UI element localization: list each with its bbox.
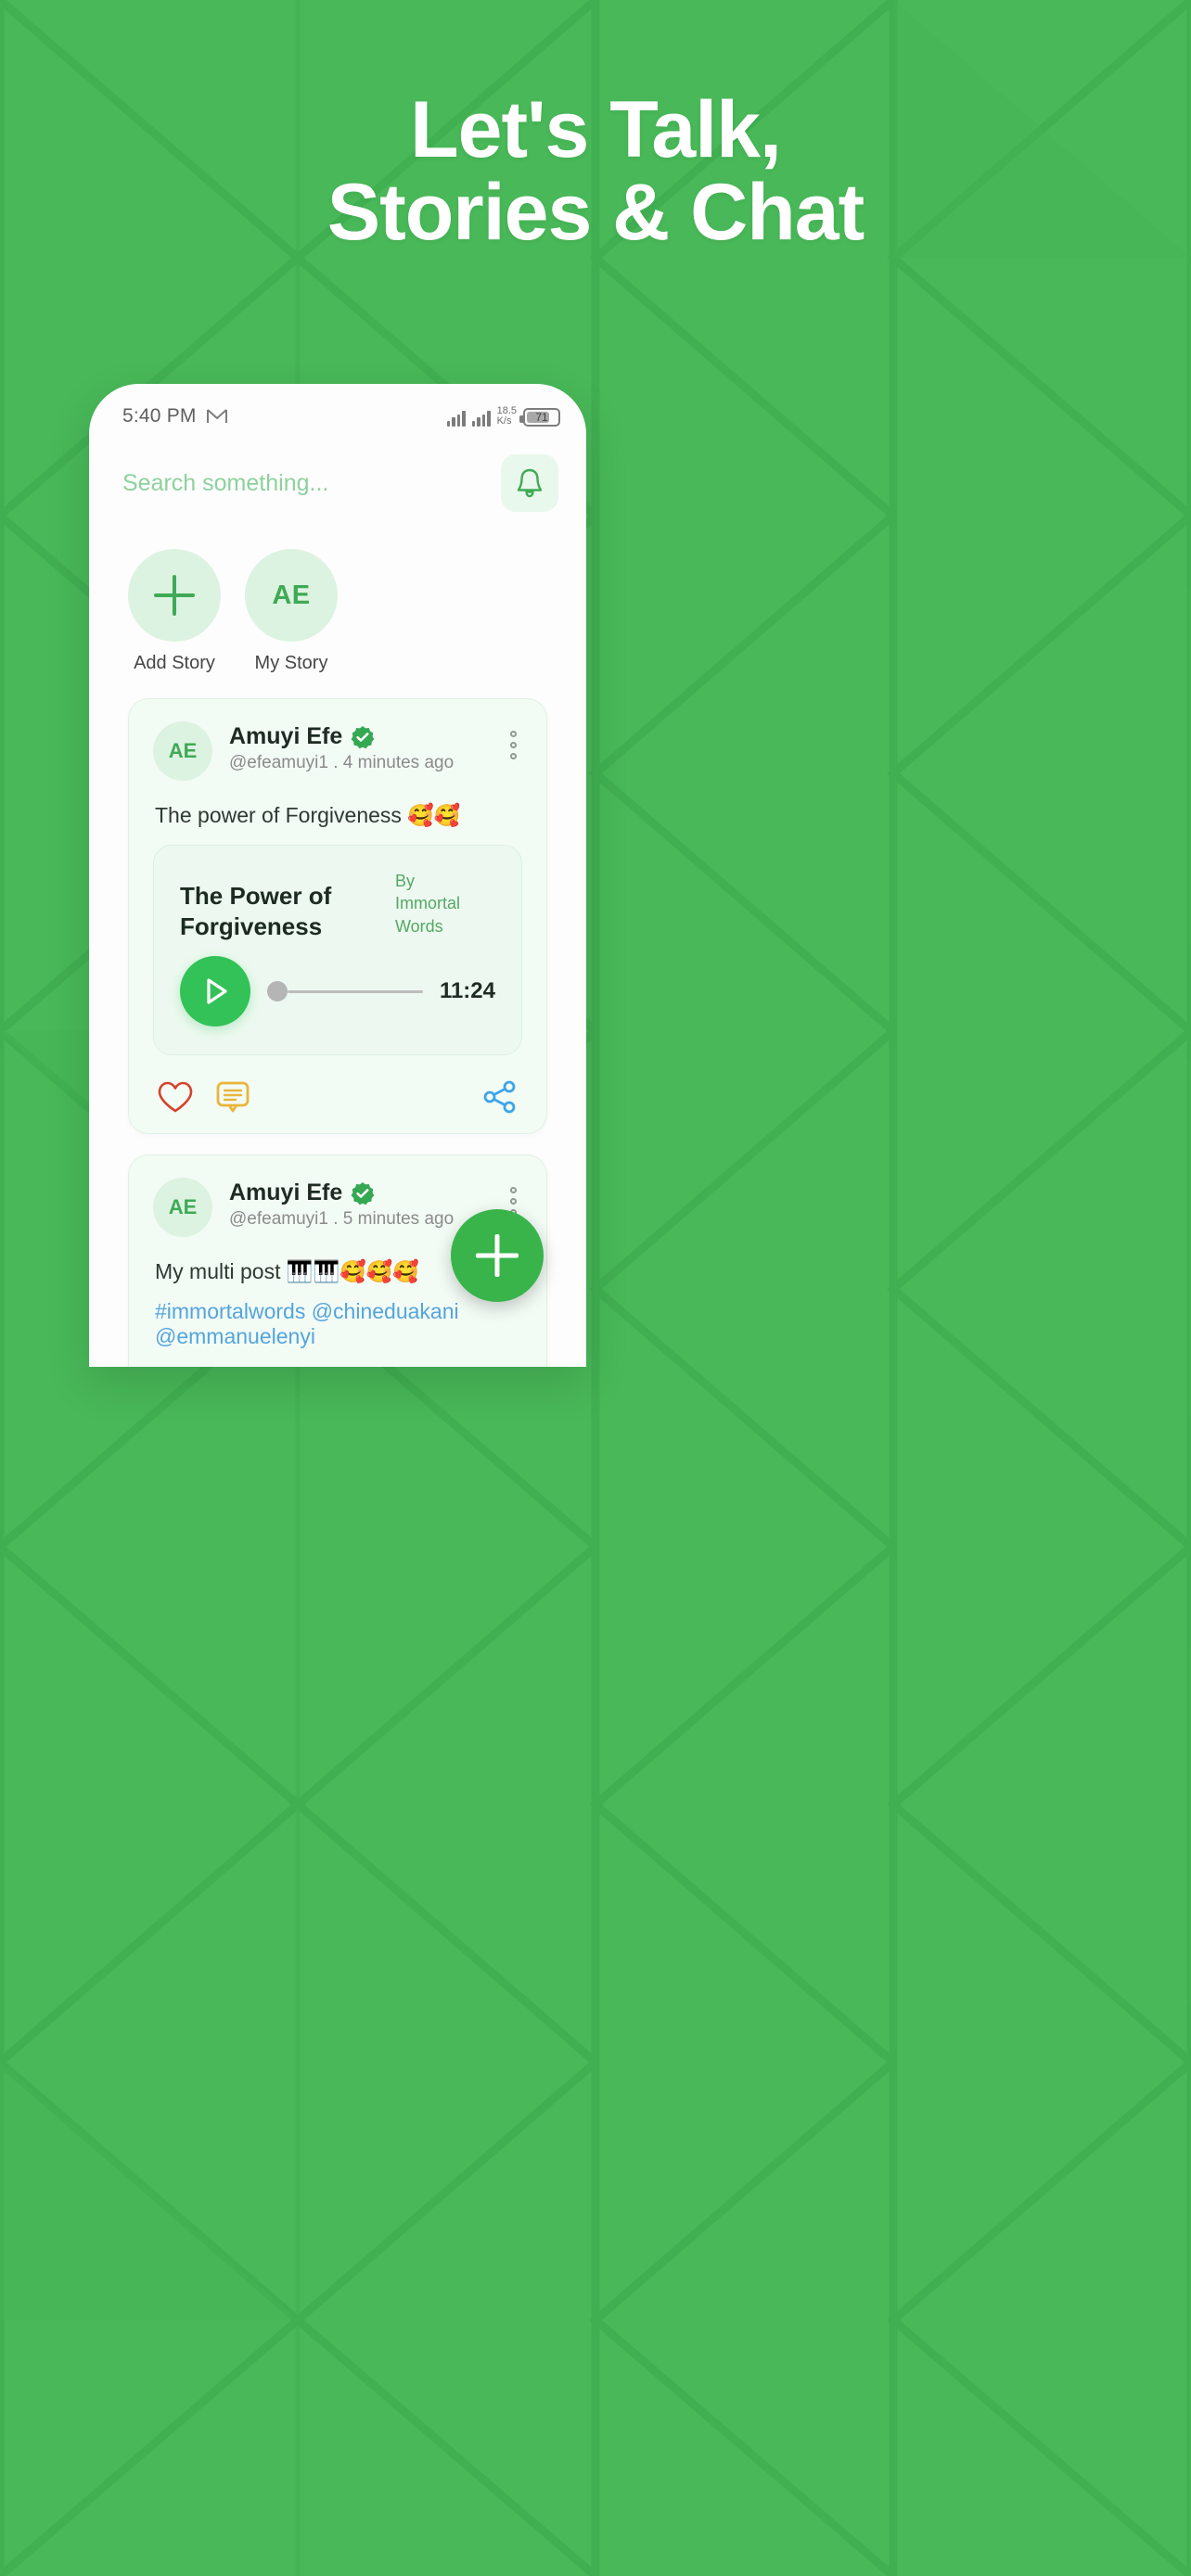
status-time: 5:40 PM <box>122 405 197 427</box>
audio-progress-slider[interactable] <box>267 981 423 1001</box>
story-label: My Story <box>254 653 328 673</box>
audio-author: By Immortal Words <box>395 870 495 937</box>
heart-icon[interactable] <box>157 1079 194 1115</box>
battery-icon: 71 <box>519 408 560 427</box>
author-name: Amuyi Efe <box>229 1180 343 1205</box>
stories-row: Add Story AE My Story <box>89 517 586 674</box>
story-item-my-story[interactable]: AE My Story <box>245 549 338 674</box>
slider-rail[interactable] <box>288 989 423 993</box>
status-bar: 5:40 PM 18.5 K/s 71 <box>89 384 586 436</box>
avatar[interactable]: AE <box>153 1178 212 1237</box>
search-bar <box>89 436 586 517</box>
audio-by-line2: Words <box>395 916 443 936</box>
network-speed-unit: K/s <box>496 415 512 427</box>
story-item-add-story[interactable]: Add Story <box>128 549 221 674</box>
verified-badge-icon <box>351 1181 375 1205</box>
app-screen: 5:40 PM 18.5 K/s 71 Search something... … <box>89 384 586 1367</box>
post-text: The power of Forgiveness 🥰🥰 <box>155 803 461 827</box>
audio-by-label: By <box>395 872 416 890</box>
audio-title: The Power of Forgiveness <box>180 882 332 940</box>
audio-play-button[interactable] <box>180 956 250 1027</box>
verified-badge-icon <box>351 725 375 748</box>
phone-mockup: 5:40 PM 18.5 K/s 71 Search something... … <box>89 384 586 1367</box>
avatar[interactable]: AE <box>245 549 338 642</box>
audio-duration: 11:24 <box>439 978 495 1003</box>
signal-bars-sim1 <box>446 411 466 427</box>
post-options-button[interactable] <box>510 1178 522 1216</box>
post-author: Amuyi Efe @efeamuyi1 . 4 minutes ago <box>229 721 493 773</box>
post-meta: @efeamuyi1 . 4 minutes ago <box>229 753 455 772</box>
battery-percent: 71 <box>535 411 548 424</box>
share-icon[interactable] <box>481 1079 519 1115</box>
create-post-fab[interactable] <box>451 1209 544 1302</box>
plus-icon <box>476 1234 519 1277</box>
post-author: Amuyi Efe @efeamuyi1 . 5 minutes ago <box>229 1178 493 1230</box>
bell-icon <box>517 468 543 498</box>
gmail-icon <box>206 409 227 423</box>
play-icon <box>207 978 227 1004</box>
post-actions <box>153 1079 522 1115</box>
network-speed: 18.5 K/s <box>497 406 517 427</box>
audio-player-card: The Power of Forgiveness By Immortal Wor… <box>153 845 522 1055</box>
audio-by-line1: Immortal <box>395 894 461 913</box>
post-card[interactable]: AE Amuyi Efe @efeamuyi1 . 4 minutes ago … <box>128 698 547 1134</box>
post-options-button[interactable] <box>510 721 522 759</box>
headline-line-2: Stories & Chat <box>327 167 865 257</box>
slider-thumb[interactable] <box>267 981 288 1001</box>
add-story-circle[interactable] <box>128 549 221 642</box>
headline-line-1: Let's Talk, <box>410 85 782 174</box>
post-header: AE Amuyi Efe @efeamuyi1 . 4 minutes ago <box>153 721 522 781</box>
search-input[interactable] <box>121 458 490 508</box>
post-tags[interactable]: #immortalwords @chineduakani @emmanuelen… <box>155 1299 522 1349</box>
promo-headline: Let's Talk, Stories & Chat <box>0 89 1191 253</box>
avatar[interactable]: AE <box>153 721 212 781</box>
post-meta: @efeamuyi1 . 5 minutes ago <box>229 1209 455 1229</box>
notifications-button[interactable] <box>501 454 558 512</box>
plus-icon <box>154 575 195 616</box>
comment-icon[interactable] <box>214 1079 251 1115</box>
story-label: Add Story <box>134 653 215 673</box>
author-name: Amuyi Efe <box>229 723 343 749</box>
signal-bars-sim2 <box>471 411 491 427</box>
